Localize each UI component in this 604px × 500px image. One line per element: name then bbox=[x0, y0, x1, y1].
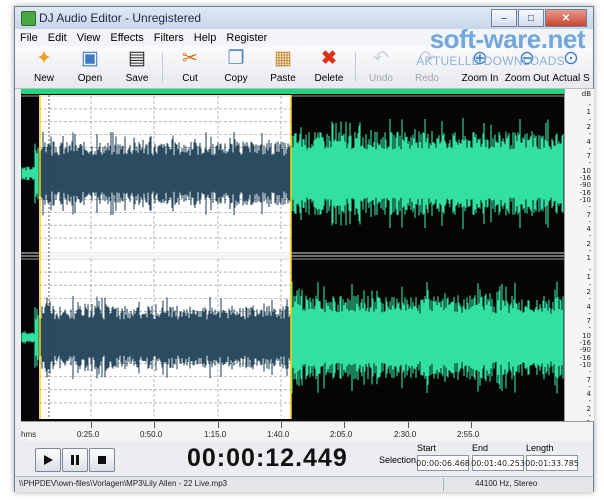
save-button[interactable]: ▤ Save bbox=[114, 48, 160, 86]
waveform-canvas[interactable] bbox=[21, 89, 564, 421]
save-disk-icon: ▤ bbox=[128, 48, 146, 69]
time-tick-label: 2:05.0 bbox=[330, 430, 353, 439]
time-tick-mark bbox=[281, 422, 282, 428]
scissors-icon: ✂ bbox=[182, 48, 198, 69]
db-scale: dB -1-2-4-7-10 -16 -90 -16 -10-7-4-2-1-1-2-4… bbox=[564, 89, 594, 427]
time-tick-mark bbox=[344, 422, 345, 428]
time-tick-mark bbox=[91, 422, 92, 428]
paste-label: Paste bbox=[270, 73, 296, 84]
transport-panel: 00:00:12.449 Selection Start 00:00:06.46… bbox=[15, 441, 593, 475]
status-bar: \\PHPDEV\own-files\Vorlagen\MP3\Lily All… bbox=[15, 476, 593, 492]
toolbar-separator bbox=[162, 52, 163, 82]
pause-icon bbox=[71, 455, 79, 465]
status-separator bbox=[443, 478, 444, 491]
db-tick-label: 1 bbox=[586, 254, 591, 263]
time-counter: 00:00:12.449 bbox=[187, 444, 348, 472]
app-window: DJ Audio Editor - Unregistered – □ ✕ Fil… bbox=[14, 6, 594, 492]
actual-size-label: Actual S bbox=[552, 73, 590, 84]
time-tick-label: 0:25.0 bbox=[77, 430, 100, 439]
time-tick-label: 1:40.0 bbox=[267, 430, 290, 439]
stop-icon bbox=[98, 456, 106, 464]
menu-register[interactable]: Register bbox=[221, 32, 272, 44]
top-marker-bar bbox=[21, 89, 564, 94]
save-label: Save bbox=[125, 73, 149, 84]
waveform-display[interactable] bbox=[21, 89, 564, 421]
toolbar-separator bbox=[355, 52, 356, 82]
app-icon bbox=[21, 11, 36, 26]
paste-clipboard-icon: ▦ bbox=[274, 48, 292, 69]
play-icon bbox=[44, 455, 53, 465]
length-label: Length bbox=[526, 443, 554, 453]
copy-label: Copy bbox=[224, 73, 248, 84]
zoom-in-label: Zoom In bbox=[461, 73, 499, 84]
zoom-out-label: Zoom Out bbox=[504, 73, 550, 84]
selection-region bbox=[39, 95, 291, 419]
delete-label: Delete bbox=[314, 73, 344, 84]
new-label: New bbox=[33, 73, 54, 84]
time-tick-label: 0:50.0 bbox=[140, 430, 163, 439]
file-path: \\PHPDEV\own-files\Vorlagen\MP3\Lily All… bbox=[19, 479, 228, 488]
paste-button[interactable]: ▦ Paste bbox=[260, 48, 306, 86]
pause-button[interactable] bbox=[62, 448, 88, 472]
selection-start-field[interactable]: 00:00:06.468 bbox=[416, 455, 470, 471]
selection-length-field[interactable]: 00:01:33.785 bbox=[525, 455, 579, 471]
time-tick-label: 1:15.0 bbox=[204, 430, 227, 439]
end-label: End bbox=[472, 443, 489, 453]
watermark-logo: soft-ware.net bbox=[429, 24, 586, 54]
time-tick-mark bbox=[218, 422, 219, 428]
time-unit-label: hms bbox=[21, 430, 37, 439]
time-ruler[interactable]: hms 0:25.0 0:50.0 1:15.0 1:40.0 2:05.0 2:30.0… bbox=[21, 421, 593, 442]
audio-format: 44100 Hz, Stereo bbox=[475, 479, 538, 488]
undo-arrow-icon: ↶ bbox=[373, 48, 389, 69]
delete-button[interactable]: ✖ Delete bbox=[306, 48, 352, 86]
cut-label: Cut bbox=[182, 73, 198, 84]
delete-x-icon: ✖ bbox=[321, 48, 337, 69]
time-tick-label: 2:30.0 bbox=[394, 430, 417, 439]
stop-button[interactable] bbox=[89, 448, 115, 472]
menu-view[interactable]: View bbox=[72, 32, 106, 44]
menu-effects[interactable]: Effects bbox=[105, 32, 148, 44]
cut-button[interactable]: ✂ Cut bbox=[167, 48, 213, 86]
time-tick-mark bbox=[408, 422, 409, 428]
open-folder-icon: ▣ bbox=[81, 48, 99, 69]
menu-help[interactable]: Help bbox=[189, 32, 222, 44]
undo-label: Undo bbox=[369, 73, 393, 84]
db-unit-label: dB bbox=[581, 90, 591, 98]
selection-label: Selection bbox=[379, 455, 417, 465]
redo-label: Redo bbox=[415, 73, 439, 84]
undo-button[interactable]: ↶ Undo bbox=[358, 48, 404, 86]
selection-end-field[interactable]: 00:01:40.253 bbox=[471, 455, 525, 471]
start-label: Start bbox=[417, 443, 437, 453]
menu-filters[interactable]: Filters bbox=[149, 32, 189, 44]
new-button[interactable]: ✦ New bbox=[21, 48, 67, 86]
copy-icon: ❐ bbox=[227, 48, 245, 69]
time-tick-mark bbox=[154, 422, 155, 428]
window-title: DJ Audio Editor - Unregistered bbox=[39, 11, 202, 25]
time-tick-label: 2:55.0 bbox=[457, 430, 480, 439]
open-button[interactable]: ▣ Open bbox=[67, 48, 113, 86]
copy-button[interactable]: ❐ Copy bbox=[213, 48, 259, 86]
play-button[interactable] bbox=[35, 448, 61, 472]
open-label: Open bbox=[77, 73, 103, 84]
time-tick-mark bbox=[471, 422, 472, 428]
new-file-icon: ✦ bbox=[36, 48, 52, 69]
watermark-tagline: AKTUELLE DOWNLOADS bbox=[416, 54, 565, 68]
menu-edit[interactable]: Edit bbox=[43, 32, 72, 44]
menu-file[interactable]: File bbox=[15, 32, 43, 44]
